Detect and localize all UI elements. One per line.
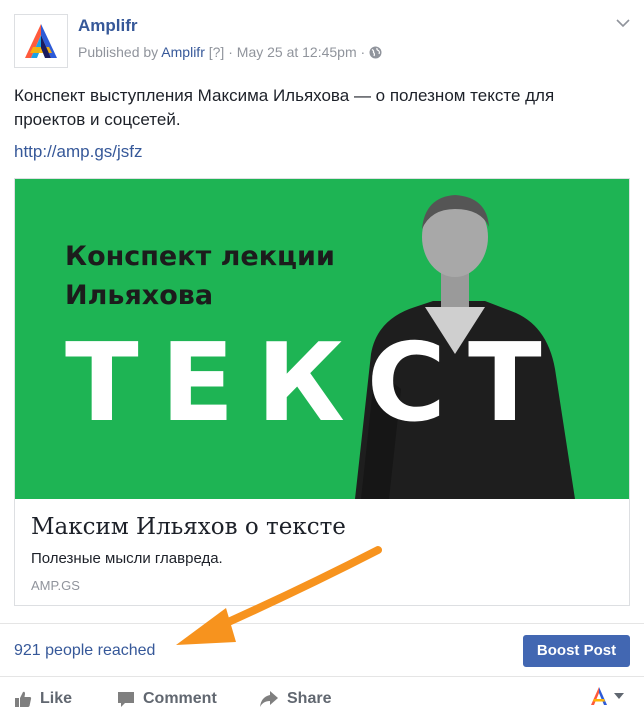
link-title[interactable]: Максим Ильяхов о тексте — [31, 514, 346, 540]
link-preview-card[interactable]: Конспект лекции Ильяхова ТЕКСТ Максим Ил… — [14, 178, 630, 606]
page-avatar[interactable] — [14, 14, 68, 68]
post-meta: Published by Amplifr [?] · May 25 at 12:… — [78, 44, 382, 60]
chevron-down-icon[interactable] — [616, 18, 630, 28]
comment-label: Comment — [143, 690, 217, 707]
help-mark[interactable]: [?] — [209, 44, 225, 60]
like-label: Like — [40, 690, 73, 707]
like-button[interactable]: Like — [14, 687, 72, 711]
divider — [0, 623, 644, 624]
people-reached-link[interactable]: 921 people reached — [14, 642, 155, 660]
posting-as-selector[interactable] — [590, 686, 624, 706]
link-description: Полезные мысли главреда. — [31, 550, 223, 567]
post-text: Конспект выступления Максима Ильяхова — … — [14, 86, 555, 129]
comment-icon — [118, 692, 134, 707]
globe-icon[interactable] — [369, 46, 382, 59]
post-link[interactable]: http://amp.gs/jsfz — [14, 142, 143, 162]
page-name-link[interactable]: Amplifr — [78, 16, 138, 36]
link-preview-image[interactable]: Конспект лекции Ильяхова ТЕКСТ — [15, 179, 629, 499]
share-button[interactable]: Share — [259, 687, 331, 711]
thumbs-up-icon — [15, 691, 32, 707]
link-preview-caption[interactable]: Максим Ильяхов о тексте Полезные мысли г… — [15, 500, 629, 606]
published-by-link[interactable]: Amplifr — [161, 44, 205, 60]
post-date[interactable]: May 25 at 12:45pm — [237, 44, 357, 60]
boost-post-button[interactable]: Boost Post — [523, 635, 630, 667]
facebook-post: Amplifr Published by Amplifr [?] · May 2… — [0, 0, 644, 723]
separator: · — [228, 44, 233, 60]
separator: · — [360, 44, 366, 60]
share-label: Share — [287, 690, 332, 707]
link-domain: AMP.GS — [31, 578, 80, 593]
image-big-word: ТЕКСТ — [65, 321, 564, 446]
share-arrow-icon — [260, 691, 278, 707]
divider — [0, 676, 644, 677]
comment-button[interactable]: Comment — [117, 687, 217, 711]
caret-down-icon — [614, 692, 624, 699]
amplifr-logo-icon — [25, 24, 57, 58]
published-prefix: Published by — [78, 44, 159, 60]
amplifr-small-logo-icon — [591, 687, 607, 705]
